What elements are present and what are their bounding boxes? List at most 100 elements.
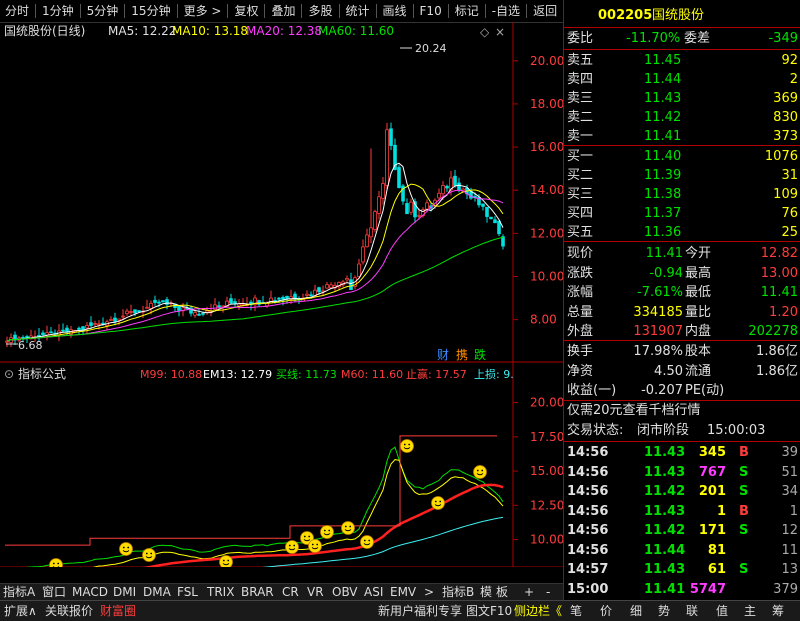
back-button[interactable]: 返回 xyxy=(528,0,562,22)
candle-body xyxy=(125,310,129,314)
kline-chart[interactable]: 国统股份(日线) MA5: 12.22 MA10: 13.18 MA20: 12… xyxy=(0,22,563,567)
tab-indicator-b[interactable]: 指标B xyxy=(442,584,474,601)
tick-volume: 61 xyxy=(707,562,726,577)
related-quote-button[interactable]: 关联报价 xyxy=(45,601,93,621)
tick-time: 14:56 xyxy=(567,523,609,538)
tab-emv[interactable]: EMV xyxy=(390,584,416,601)
expand-button[interactable]: 扩展∧ xyxy=(4,601,37,621)
tick-volume: 171 xyxy=(698,523,726,538)
candle-body xyxy=(197,313,201,316)
badge-fall[interactable]: 跌 xyxy=(474,347,486,362)
tick-time: 14:57 xyxy=(567,562,609,577)
adjust-button[interactable]: 复权 xyxy=(229,0,263,22)
tab-cr[interactable]: CR xyxy=(282,584,299,601)
tab-detail[interactable]: 细 xyxy=(630,601,642,621)
ask-row[interactable]: 卖五 11.45 92 xyxy=(564,50,800,71)
tab-chips[interactable]: 筹 xyxy=(772,601,784,621)
tab-trix[interactable]: TRIX xyxy=(207,584,234,601)
candle-body xyxy=(65,327,69,333)
badge-finance[interactable]: 财 xyxy=(437,348,449,362)
bid-row[interactable]: 买一 11.40 1076 xyxy=(564,146,800,167)
tab-price[interactable]: 价 xyxy=(600,601,612,621)
stat-label: 外盘 xyxy=(567,324,594,339)
tab-asi[interactable]: ASI xyxy=(364,584,383,601)
promo-row[interactable]: 仅需20元查看千档行情 xyxy=(564,400,800,421)
bid-row[interactable]: 买四 11.37 76 xyxy=(564,203,800,224)
close-icon[interactable]: × xyxy=(495,25,505,39)
tick-price: 11.43 xyxy=(644,464,686,480)
em13-label: EM13: 12.79 xyxy=(203,368,272,381)
tick-time: 14:56 xyxy=(567,503,609,519)
tick-side: S xyxy=(739,562,749,577)
stats-button[interactable]: 统计 xyxy=(341,0,375,22)
indicator-toggle-icon[interactable]: ⊙ xyxy=(4,367,14,381)
stat-row: 净资 4.50 流通 1.86亿 xyxy=(564,361,800,382)
tab-trend[interactable]: 势 xyxy=(658,601,670,621)
ask-row[interactable]: 卖三 11.43 369 xyxy=(564,88,800,109)
candle-body xyxy=(137,310,141,313)
y-tick-label: 17.50 xyxy=(530,430,563,444)
tab-link[interactable]: 联 xyxy=(686,601,698,621)
tab-dmi[interactable]: DMI xyxy=(113,584,136,601)
f10-button[interactable]: F10 xyxy=(415,0,447,22)
stat-row: 涨幅 -7.61% 最低 11.41 xyxy=(564,282,800,303)
stock-code: 002205 xyxy=(598,8,653,23)
tab-board[interactable]: 板 xyxy=(496,584,508,601)
stat-label: 总量 xyxy=(567,304,594,320)
draw-line-button[interactable]: 画线 xyxy=(378,0,412,22)
watchlist-button[interactable]: -自选 xyxy=(487,0,525,22)
candle-body xyxy=(93,323,97,325)
ask-row[interactable]: 卖四 11.44 2 xyxy=(564,69,800,90)
ma60-label: MA60: 11.60 xyxy=(318,24,394,38)
low-label: 6.68 xyxy=(18,339,43,352)
zoom-in-button[interactable]: + xyxy=(524,584,534,601)
zoom-out-button[interactable]: - xyxy=(546,584,550,601)
tab-window[interactable]: 窗口 xyxy=(42,584,66,601)
bid-row[interactable]: 买二 11.39 31 xyxy=(564,165,800,186)
wealth-circle-button[interactable]: 财富圈 xyxy=(100,601,136,621)
candle-body xyxy=(81,326,85,331)
tab-vr[interactable]: VR xyxy=(307,584,324,601)
wei-bi-row: 委比 -11.70% 委差 -349 xyxy=(564,28,800,49)
tab-template[interactable]: 模 xyxy=(480,584,492,601)
f10-graphic-button[interactable]: 图文F10 xyxy=(466,601,512,621)
ask-row[interactable]: 卖二 11.42 830 xyxy=(564,107,800,128)
tab-brar[interactable]: BRAR xyxy=(241,584,274,601)
tick-side: S xyxy=(739,484,749,499)
tab-dma[interactable]: DMA xyxy=(143,584,171,601)
overlay-button[interactable]: 叠加 xyxy=(266,0,300,22)
tab-fsl[interactable]: FSL xyxy=(177,584,198,601)
multi-stock-button[interactable]: 多股 xyxy=(303,0,337,22)
tab-more[interactable]: 更多 > xyxy=(179,0,227,22)
candle-body xyxy=(381,183,385,199)
tab-tick[interactable]: 笔 xyxy=(570,601,582,621)
ask-row[interactable]: 卖一 11.41 373 xyxy=(564,126,800,147)
new-user-promo[interactable]: 新用户福利专享 xyxy=(378,601,462,621)
divider xyxy=(484,4,486,18)
candle-body xyxy=(217,305,221,308)
tab-1min[interactable]: 1分钟 xyxy=(37,0,79,22)
mark-button[interactable]: 标记 xyxy=(450,0,484,22)
stat-value: 17.98% xyxy=(633,344,683,359)
tab-main[interactable]: 主 xyxy=(744,601,756,621)
sidebar-toggle[interactable]: 侧边栏《 xyxy=(514,601,562,621)
bid-row[interactable]: 买五 11.36 25 xyxy=(564,222,800,243)
tab-indicator-a[interactable]: 指标A xyxy=(3,584,35,601)
tab-value[interactable]: 值 xyxy=(716,601,728,621)
indicator-tabs: 指标A 窗口 MACD DMI DMA FSL TRIX BRAR CR VR … xyxy=(0,583,563,601)
smiley-marker-icon xyxy=(219,555,233,567)
tab-5min[interactable]: 5分钟 xyxy=(82,0,124,22)
stat-row: 换手 17.98% 股本 1.86亿 xyxy=(564,341,800,362)
tab-15min[interactable]: 15分钟 xyxy=(126,0,175,22)
tab-more-arrow[interactable]: > xyxy=(424,584,434,601)
settings-icon[interactable]: ◇ xyxy=(480,25,490,39)
bid-row[interactable]: 买三 11.38 109 xyxy=(564,184,800,205)
tab-time-share[interactable]: 分时 xyxy=(0,0,34,22)
tab-macd[interactable]: MACD xyxy=(72,584,108,601)
promo-text[interactable]: 仅需20元查看千档行情 xyxy=(567,400,701,421)
tick-side: B xyxy=(739,503,749,519)
tick-count: 39 xyxy=(781,445,798,460)
candle-body xyxy=(201,312,205,315)
tab-obv[interactable]: OBV xyxy=(332,584,358,601)
badge-carry[interactable]: 携 xyxy=(456,347,468,362)
